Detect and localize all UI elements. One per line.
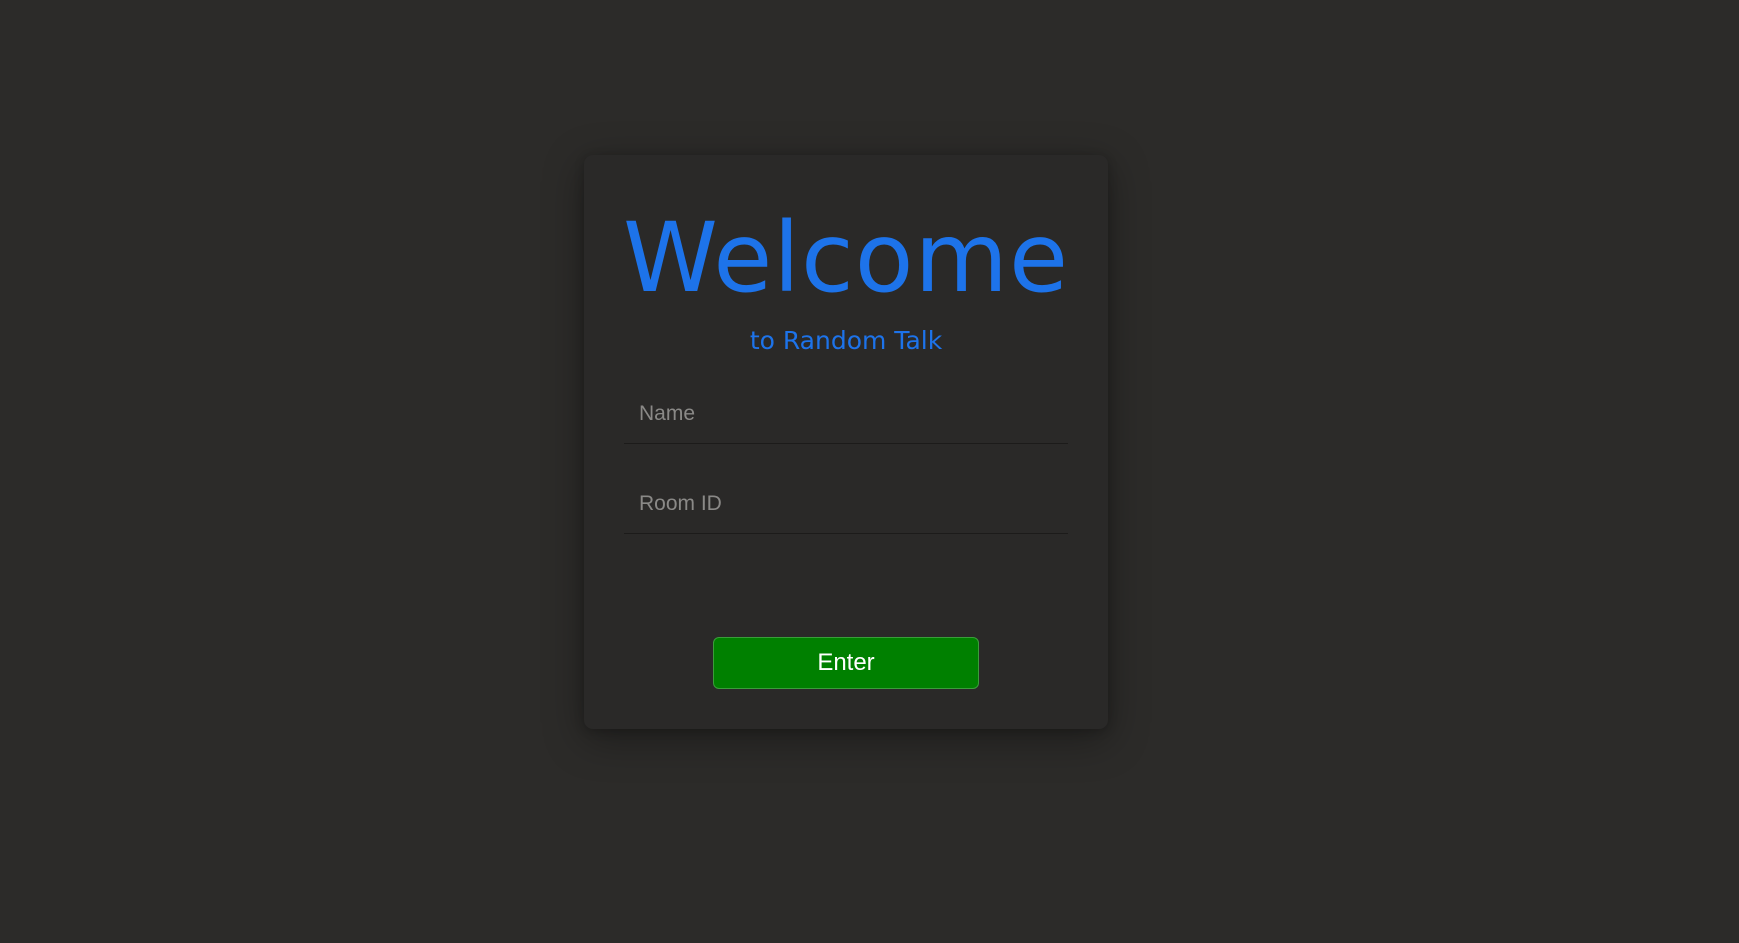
name-input[interactable] <box>624 384 1068 443</box>
page-background: Welcome to Random Talk Enter <box>0 0 1739 943</box>
room-id-input[interactable] <box>624 474 1068 533</box>
room-id-field-container <box>624 474 1068 534</box>
welcome-subtitle: to Random Talk <box>749 326 943 355</box>
login-card: Welcome to Random Talk Enter <box>584 155 1108 729</box>
name-field-container <box>624 384 1068 444</box>
welcome-title: Welcome <box>622 202 1070 314</box>
enter-button[interactable]: Enter <box>713 637 979 689</box>
